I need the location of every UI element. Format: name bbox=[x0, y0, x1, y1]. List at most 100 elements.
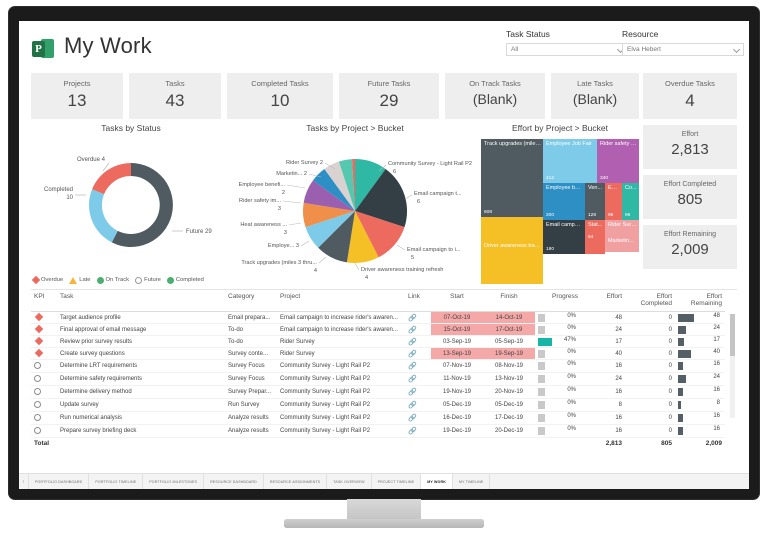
table-row[interactable]: Determine LRT requirementsSurvey FocusCo… bbox=[31, 360, 725, 373]
treemap-tile[interactable]: Em... 96 bbox=[605, 183, 622, 220]
col-progress[interactable]: Progress bbox=[535, 290, 581, 312]
table-row[interactable]: Final approval of email messageTo-doEmai… bbox=[31, 324, 725, 336]
cell-link[interactable]: 🔗 bbox=[405, 336, 431, 348]
table-row[interactable]: Create survey questionsSurvey conte...Ri… bbox=[31, 348, 725, 360]
col-start[interactable]: Start bbox=[431, 290, 483, 312]
table-row[interactable]: Review prior survey resultsTo-doRider Su… bbox=[31, 336, 725, 348]
slicer-task-status-label: Task Status bbox=[506, 29, 628, 39]
legend-item-on-track[interactable]: On Track bbox=[97, 277, 130, 284]
kpi-card-effort-completed[interactable]: Effort Completed 805 bbox=[643, 175, 737, 219]
treemap-tile[interactable] bbox=[585, 242, 605, 254]
col-link[interactable]: Link bbox=[405, 290, 431, 312]
page-tab-project-timeline[interactable]: PROJECT TIMELINE bbox=[372, 474, 422, 489]
table-row[interactable]: Run numerical analysisAnalyze resultsCom… bbox=[31, 412, 725, 425]
link-icon[interactable]: 🔗 bbox=[408, 428, 417, 435]
treemap-tile[interactable]: Driver awareness trainin... bbox=[481, 217, 543, 284]
cell-link[interactable]: 🔗 bbox=[405, 348, 431, 360]
table-row[interactable]: Prepare survey briefing deckAnalyze resu… bbox=[31, 425, 725, 438]
treemap-tile[interactable]: Rider safety im... 340 bbox=[597, 139, 639, 183]
treemap-tile[interactable]: Marketing ... bbox=[605, 236, 639, 252]
link-icon[interactable]: 🔗 bbox=[408, 363, 417, 370]
cell-effort-remaining: 16 bbox=[675, 360, 725, 373]
treemap-tile[interactable]: Co... 96 bbox=[622, 183, 639, 220]
cell-link[interactable]: 🔗 bbox=[405, 360, 431, 373]
cell-link[interactable]: 🔗 bbox=[405, 312, 431, 324]
page-tab-portfolio-timeline[interactable]: PORTFOLIO TIMELINE bbox=[89, 474, 143, 489]
link-icon[interactable]: 🔗 bbox=[408, 402, 417, 409]
link-icon[interactable]: 🔗 bbox=[408, 376, 417, 383]
cell-effort: 24 bbox=[581, 324, 625, 336]
treemap-tile[interactable]: Employee ben... 200 bbox=[543, 183, 585, 220]
cell-link[interactable]: 🔗 bbox=[405, 373, 431, 386]
cell-link[interactable]: 🔗 bbox=[405, 324, 431, 336]
kpi-card-future-tasks[interactable]: Future Tasks 29 bbox=[339, 73, 439, 119]
col-effort-completed[interactable]: Effort Completed bbox=[625, 290, 675, 312]
triangle-marker-icon bbox=[69, 277, 77, 284]
cell-start: 11-Nov-19 bbox=[431, 373, 483, 386]
legend-item-late[interactable]: Late bbox=[69, 277, 90, 284]
cell-link[interactable]: 🔗 bbox=[405, 399, 431, 412]
col-category[interactable]: Category bbox=[225, 290, 277, 312]
slicer-task-status-dropdown[interactable]: All bbox=[506, 43, 628, 56]
treemap-tile[interactable]: Rider Survey bbox=[605, 220, 639, 236]
treemap-tile[interactable]: Employee Job Fair 412 bbox=[543, 139, 597, 183]
cell-progress: 0% bbox=[535, 425, 581, 438]
kpi-card-effort-remaining[interactable]: Effort Remaining 2,009 bbox=[643, 225, 737, 269]
slicer-resource-dropdown[interactable]: Elva Hebert bbox=[622, 43, 744, 56]
link-icon[interactable]: 🔗 bbox=[408, 315, 417, 322]
kpi-card-tasks[interactable]: Tasks 43 bbox=[129, 73, 221, 119]
chart-tasks-by-project-bucket[interactable]: Tasks by Project > Bucket bbox=[231, 123, 479, 288]
legend-label: On Track bbox=[106, 277, 130, 283]
scrollbar-thumb[interactable] bbox=[730, 314, 735, 356]
treemap-tile[interactable]: Email campai... 180 bbox=[543, 220, 585, 254]
link-icon[interactable]: 🔗 bbox=[408, 339, 417, 346]
col-effort[interactable]: Effort bbox=[581, 290, 625, 312]
kpi-card-completed-tasks[interactable]: Completed Tasks 10 bbox=[227, 73, 333, 119]
cell-link[interactable]: 🔗 bbox=[405, 425, 431, 438]
link-icon[interactable]: 🔗 bbox=[408, 415, 417, 422]
table-row[interactable]: Determine delivery methodSurvey Prepar..… bbox=[31, 386, 725, 399]
col-effort-remaining[interactable]: Effort Remaining bbox=[675, 290, 725, 312]
kpi-card-projects[interactable]: Projects 13 bbox=[31, 73, 123, 119]
table-row[interactable]: Determine safety requirementsSurvey Focu… bbox=[31, 373, 725, 386]
page-tab-portfolio-milestones[interactable]: PORTFOLIO MILESTONES bbox=[143, 474, 204, 489]
page-tab-my-timeline[interactable]: MY TIMELINE bbox=[453, 474, 490, 489]
treemap-tile-label: Rider safety im... bbox=[600, 141, 637, 147]
col-project[interactable]: Project bbox=[277, 290, 405, 312]
treemap-tile-value: 412 bbox=[546, 176, 554, 181]
page-tab-my-work[interactable]: MY WORK bbox=[421, 474, 453, 489]
treemap-tile[interactable]: Track upgrades (miles 3 ... 608 bbox=[481, 139, 543, 217]
table-row[interactable]: Update surveyRun SurveyCommunity Survey … bbox=[31, 399, 725, 412]
kpi-card-effort[interactable]: Effort 2,813 bbox=[643, 125, 737, 169]
legend-item-future[interactable]: Future bbox=[135, 277, 161, 284]
kpi-card-late-tasks[interactable]: Late Tasks (Blank) bbox=[551, 73, 639, 119]
cell-link[interactable]: 🔗 bbox=[405, 386, 431, 399]
cell-effort: 16 bbox=[581, 425, 625, 438]
chart-effort-by-project-bucket[interactable]: Effort by Project > Bucket Track upgrade… bbox=[481, 123, 639, 288]
link-icon[interactable]: 🔗 bbox=[408, 351, 417, 358]
slicer-resource-value: Elva Hebert bbox=[627, 46, 661, 53]
kpi-card-on-track-tasks[interactable]: On Track Tasks (Blank) bbox=[445, 73, 545, 119]
col-task[interactable]: Task bbox=[57, 290, 225, 312]
task-table[interactable]: ▾ KPI Task Category Project Link bbox=[31, 289, 737, 421]
link-icon[interactable]: 🔗 bbox=[408, 389, 417, 396]
table-scrollbar[interactable] bbox=[730, 314, 735, 418]
chevron-left-icon[interactable]: ‹ bbox=[19, 474, 29, 489]
chart-tasks-by-status[interactable]: Tasks by Status Future 29 bbox=[31, 123, 231, 278]
page-tab-resource-dashboard[interactable]: RESOURCE DASHBOARD bbox=[204, 474, 264, 489]
kpi-card-overdue-tasks[interactable]: Overdue Tasks 4 bbox=[643, 73, 737, 119]
cell-progress: 47% bbox=[535, 336, 581, 348]
legend-item-completed[interactable]: Completed bbox=[167, 277, 204, 284]
link-icon[interactable]: 🔗 bbox=[408, 327, 417, 334]
legend-item-overdue[interactable]: Overdue bbox=[33, 277, 63, 283]
page-tab-resource-assignments[interactable]: RESOURCE ASSIGNMENTS bbox=[264, 474, 327, 489]
page-tab-portfolio-dashboard[interactable]: PORTFOLIO DASHBOARD bbox=[29, 474, 89, 489]
treemap-tile[interactable]: Ven... 128 bbox=[585, 183, 605, 220]
table-row[interactable]: Target audience profileEmail prepara...E… bbox=[31, 312, 725, 324]
treemap-tile[interactable]: Stat... 64 bbox=[585, 220, 605, 242]
col-finish[interactable]: Finish bbox=[483, 290, 535, 312]
page-tab-task-overview[interactable]: TASK OVERVIEW bbox=[327, 474, 371, 489]
col-kpi[interactable]: KPI bbox=[31, 290, 57, 312]
effort-remaining-bar bbox=[678, 362, 683, 370]
cell-link[interactable]: 🔗 bbox=[405, 412, 431, 425]
